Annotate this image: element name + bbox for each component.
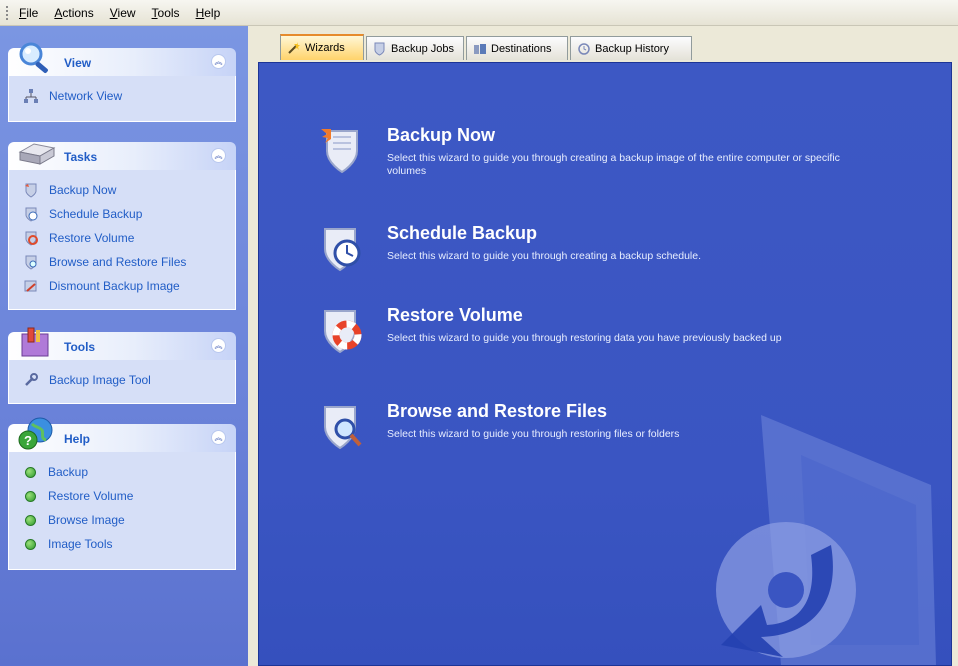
destinations-icon: [474, 43, 486, 54]
view-panel-body: Network View: [8, 76, 236, 122]
wrench-icon: [25, 373, 38, 386]
menu-view[interactable]: View: [110, 6, 136, 20]
task-schedule-backup[interactable]: Schedule Backup: [9, 202, 235, 226]
schedule-icon: [25, 207, 38, 222]
help-label: Restore Volume: [48, 489, 134, 503]
menu-tools[interactable]: Tools: [152, 6, 180, 20]
view-panel-title: View: [64, 56, 92, 70]
view-panel-header[interactable]: View ︽: [8, 42, 236, 76]
wizard-title: Restore Volume: [387, 305, 523, 325]
help-bullet-icon: [25, 466, 36, 478]
help-label: Browse Image: [48, 513, 125, 527]
tab-label: Wizards: [305, 42, 345, 54]
dismount-icon: [24, 280, 37, 292]
backup-shield-icon: [321, 129, 358, 174]
backup-now-icon: [25, 183, 37, 198]
backup-jobs-icon: [374, 42, 385, 56]
tab-label: Backup Jobs: [391, 42, 454, 55]
tools-panel-header[interactable]: Tools ︽: [8, 327, 236, 360]
help-bullet-icon: [25, 490, 36, 502]
collapse-chevron-icon[interactable]: ︽: [211, 338, 226, 353]
wizards-content: Backup Now Select this wizard to guide y…: [258, 62, 952, 666]
task-label: Schedule Backup: [49, 207, 143, 221]
task-network-view[interactable]: Network View: [9, 84, 235, 108]
tasks-panel-header[interactable]: Tasks ︽: [8, 142, 236, 170]
wizard-title: Backup Now: [387, 125, 496, 145]
help-bullet-icon: [25, 514, 36, 526]
tools-panel-body: Backup Image Tool: [8, 360, 236, 404]
network-icon: [24, 89, 38, 103]
help-bullet-icon: [25, 538, 36, 550]
wizard-title: Browse and Restore Files: [387, 401, 608, 421]
task-backup-now[interactable]: Backup Now: [9, 178, 235, 202]
toolbar-grip[interactable]: [6, 5, 11, 20]
wizard-description: Select this wizard to guide you through …: [387, 428, 680, 440]
tab-label: Destinations: [491, 42, 552, 55]
wizard-backup-now[interactable]: Backup Now Select this wizard to guide y…: [319, 125, 919, 185]
tools-panel-title: Tools: [64, 340, 96, 354]
history-icon: [578, 42, 590, 55]
restore-icon: [25, 231, 38, 246]
task-label: Backup Image Tool: [49, 373, 151, 387]
task-label: Network View: [49, 89, 123, 103]
task-restore-volume[interactable]: Restore Volume: [9, 226, 235, 250]
tools-panel: Tools ︽ Backup Image Tool: [8, 327, 236, 404]
task-backup-image-tool[interactable]: Backup Image Tool: [9, 368, 235, 392]
menu-actions[interactable]: Actions: [54, 6, 93, 20]
task-browse-restore-files[interactable]: Browse and Restore Files: [9, 250, 235, 274]
help-panel-body: Backup Restore Volume Browse Image Image…: [8, 452, 236, 570]
drive-icon: [18, 143, 56, 165]
help-image-tools[interactable]: Image Tools: [9, 532, 235, 556]
globe-help-icon: ?: [18, 417, 53, 450]
tab-backup-jobs[interactable]: Backup Jobs: [366, 36, 464, 60]
tab-wizards[interactable]: Wizards: [280, 34, 364, 60]
magnifier-icon: [19, 42, 48, 74]
task-label: Dismount Backup Image: [49, 279, 180, 293]
wizard-schedule-backup[interactable]: Schedule Backup Select this wizard to gu…: [319, 223, 919, 279]
browse-shield-icon: [324, 406, 362, 450]
browse-icon: [25, 255, 37, 270]
view-panel: View ︽ Network View: [8, 42, 236, 122]
help-backup[interactable]: Backup: [9, 460, 235, 484]
collapse-chevron-icon[interactable]: ︽: [211, 430, 226, 445]
help-panel-title: Help: [64, 432, 91, 446]
menu-file[interactable]: File: [19, 6, 38, 20]
wizard-description: Select this wizard to guide you through …: [387, 332, 782, 344]
wizard-description: Select this wizard to guide you through …: [387, 250, 702, 262]
task-label: Restore Volume: [49, 231, 135, 245]
wizard-browse-restore-files[interactable]: Browse and Restore Files Select this wiz…: [319, 401, 919, 461]
tasks-panel-body: Backup Now Schedule Backup Restore Volum…: [8, 170, 236, 310]
task-label: Backup Now: [49, 183, 117, 197]
toolbox-icon: [21, 327, 49, 357]
wizard-title: Schedule Backup: [387, 223, 538, 243]
help-label: Image Tools: [48, 537, 113, 551]
tab-strip: Wizards Backup Jobs Destinations Backup …: [258, 34, 952, 62]
help-browse-image[interactable]: Browse Image: [9, 508, 235, 532]
tab-destinations[interactable]: Destinations: [466, 36, 568, 60]
menu-help[interactable]: Help: [196, 6, 221, 20]
restore-shield-icon: [324, 310, 362, 354]
task-dismount-image[interactable]: Dismount Backup Image: [9, 274, 235, 298]
wizard-description: Select this wizard to guide you through …: [387, 152, 840, 177]
collapse-chevron-icon[interactable]: ︽: [211, 148, 226, 163]
svg-text:?: ?: [24, 433, 32, 448]
tasks-panel: Tasks ︽ Backup Now Schedule Backup Resto…: [8, 142, 236, 310]
menu-bar: File Actions View Tools Help: [0, 0, 958, 26]
task-label: Browse and Restore Files: [49, 255, 187, 269]
schedule-shield-icon: [324, 228, 361, 272]
wand-icon: [288, 42, 300, 54]
help-panel: ? Help ︽ Backup Restore Volume Browse Im…: [8, 417, 236, 570]
help-panel-header[interactable]: ? Help ︽: [8, 417, 236, 452]
tasks-panel-title: Tasks: [64, 150, 98, 164]
task-pane: View ︽ Network View Tasks ︽ Backup Now S…: [0, 26, 248, 666]
tab-backup-history[interactable]: Backup History: [570, 36, 692, 60]
tab-label: Backup History: [595, 42, 669, 55]
wizard-restore-volume[interactable]: Restore Volume Select this wizard to gui…: [319, 305, 919, 365]
collapse-chevron-icon[interactable]: ︽: [211, 54, 226, 69]
help-restore-volume[interactable]: Restore Volume: [9, 484, 235, 508]
help-label: Backup: [48, 465, 89, 479]
